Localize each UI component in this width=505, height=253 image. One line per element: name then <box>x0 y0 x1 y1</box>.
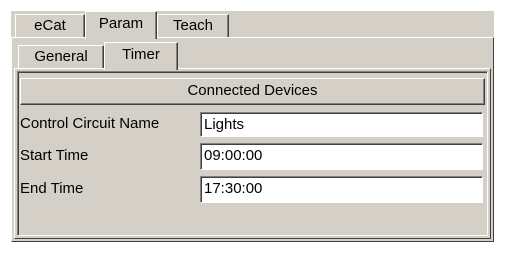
connected-devices-button-label: Connected Devices <box>187 82 318 99</box>
start-time-label: Start Time <box>20 147 89 164</box>
control-circuit-field[interactable]: Lights <box>200 112 483 137</box>
end-time-label: End Time <box>20 180 84 197</box>
start-time-value: 09:00:00 <box>204 147 263 164</box>
end-time-value: 17:30:00 <box>204 180 263 197</box>
tab-ecat[interactable]: eCat <box>15 14 85 37</box>
tab-general-label: General <box>34 48 88 65</box>
start-time-field[interactable]: 09:00:00 <box>200 143 483 170</box>
tab-general[interactable]: General <box>18 45 104 68</box>
tab-teach-label: Teach <box>172 17 214 34</box>
tab-param[interactable]: Param <box>85 11 157 39</box>
end-time-field[interactable]: 17:30:00 <box>200 176 483 203</box>
tab-teach[interactable]: Teach <box>157 14 229 37</box>
timer-tab-page: Connected Devices Control Circuit Name L… <box>14 68 491 239</box>
window-panel: eCat Param Teach General Timer Connected… <box>11 11 494 242</box>
control-circuit-label: Control Circuit Name <box>20 115 160 132</box>
tab-param-label: Param <box>98 15 144 32</box>
connected-devices-button[interactable]: Connected Devices <box>20 78 485 105</box>
tab-ecat-label: eCat <box>34 17 66 34</box>
param-tab-page: General Timer Connected Devices Control … <box>11 37 494 242</box>
tab-timer[interactable]: Timer <box>104 42 178 70</box>
control-circuit-value: Lights <box>204 116 245 133</box>
tab-timer-label: Timer <box>122 46 160 63</box>
